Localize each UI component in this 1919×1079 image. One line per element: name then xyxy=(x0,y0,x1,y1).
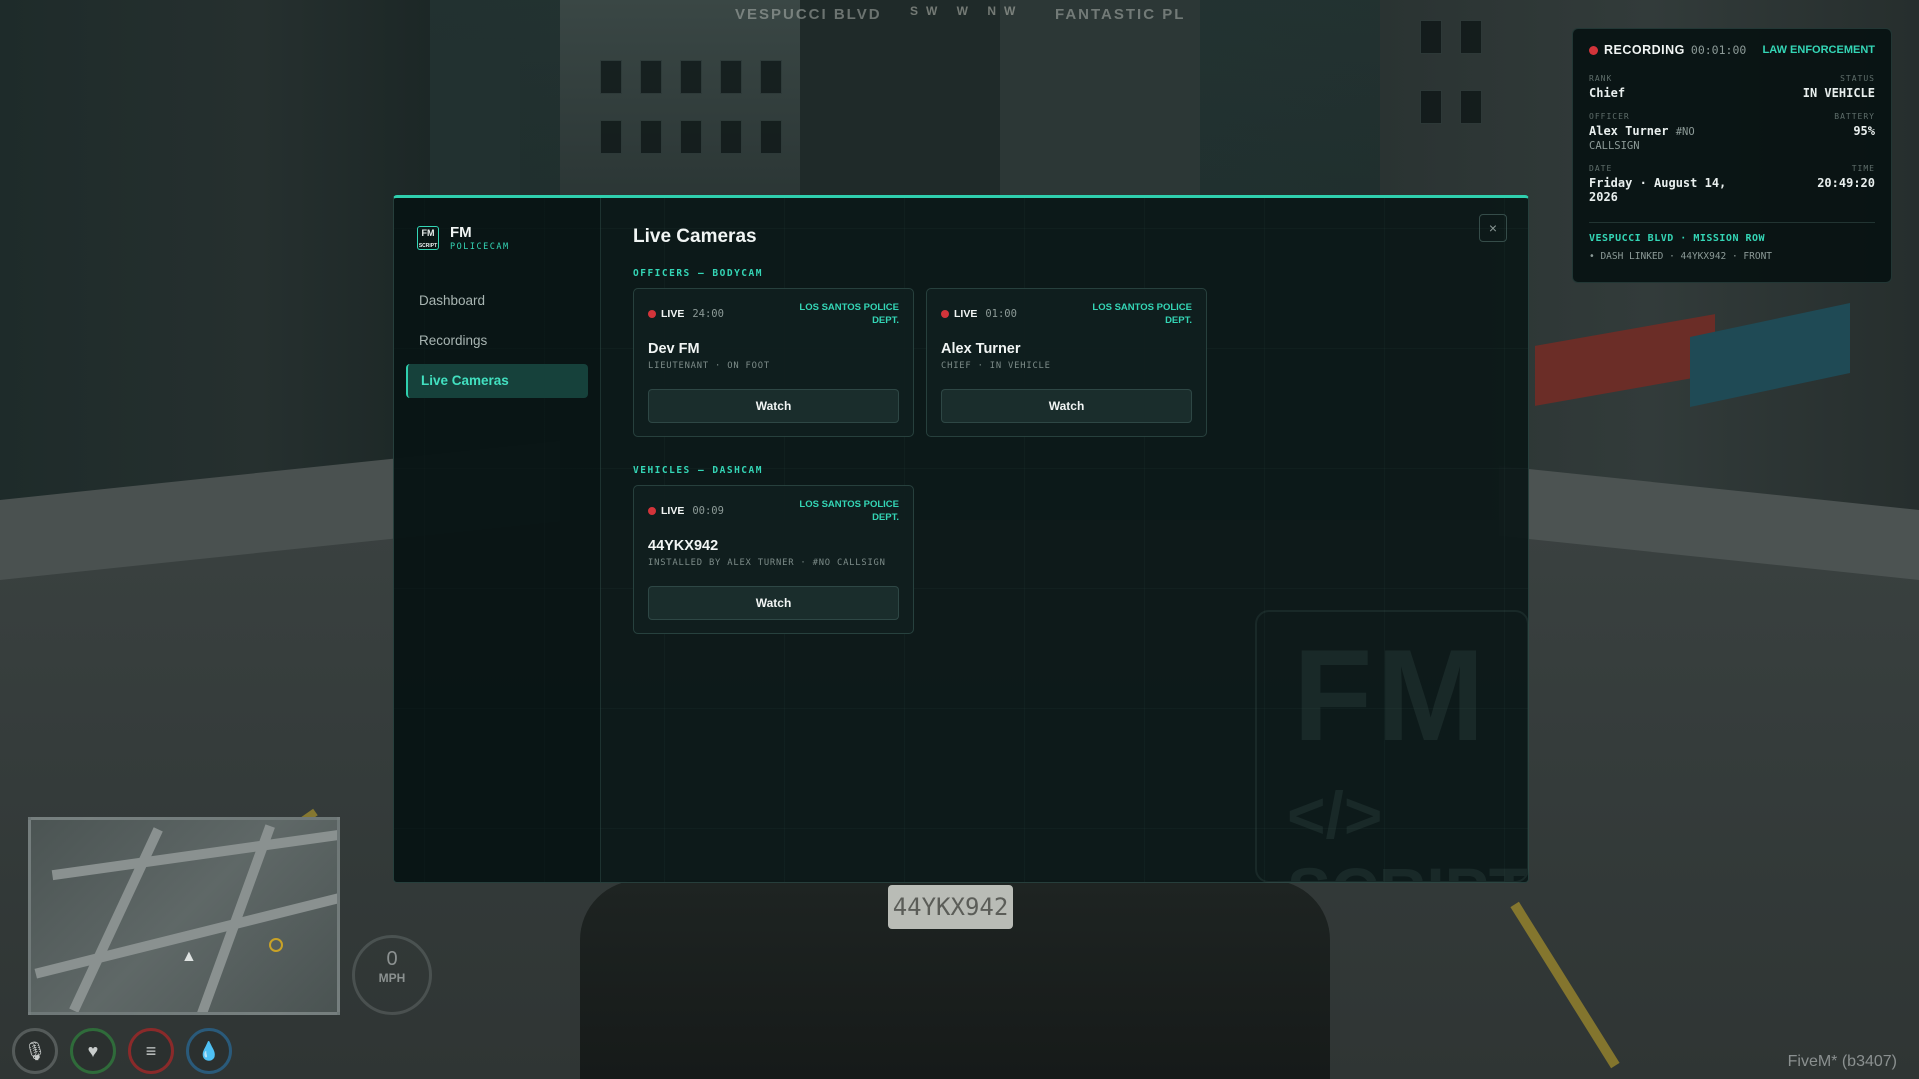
speed-unit: MPH xyxy=(378,971,406,985)
minimap: ▲ xyxy=(28,817,340,1015)
client-version: FiveM* (b3407) xyxy=(1787,1053,1897,1070)
window xyxy=(640,60,662,94)
watermark-script-text: SCRIPT xyxy=(1287,854,1527,881)
window xyxy=(1460,20,1482,54)
time-value: 20:49:20 xyxy=(1817,176,1875,190)
card-meta: CHIEF · IN VEHICLE xyxy=(941,361,1051,371)
brand: FM SCRIPT FM POLICECAM xyxy=(406,224,588,252)
compass: SW W NW xyxy=(910,4,1024,18)
location: VESPUCCI BLVD · MISSION ROW xyxy=(1589,233,1766,244)
camera-card: LIVE 00:09 LOS SANTOS POLICE DEPT. 44YKX… xyxy=(633,485,914,634)
status-key: STATUS xyxy=(1840,74,1875,83)
building-center xyxy=(560,0,800,200)
license-plate: 44YKX942 xyxy=(888,885,1013,929)
window xyxy=(600,120,622,154)
fm-script-watermark: FM </> SCRIPT xyxy=(1255,610,1529,883)
live-label: LIVE xyxy=(954,308,978,320)
watch-button[interactable]: Watch xyxy=(648,586,899,620)
card-name: Dev FM xyxy=(648,341,700,357)
window xyxy=(640,120,662,154)
watch-button[interactable]: Watch xyxy=(648,389,899,423)
battery-value: 95% xyxy=(1853,124,1875,138)
date-key: DATE xyxy=(1589,164,1613,173)
watch-button[interactable]: Watch xyxy=(941,389,1192,423)
watermark-fm: FM xyxy=(1293,622,1489,768)
officer-key: OFFICER xyxy=(1589,112,1630,121)
recording-timer: 00:01:00 xyxy=(1690,43,1747,57)
page-title: Live Cameras xyxy=(633,226,757,247)
sidebar: FM SCRIPT FM POLICECAM Dashboard Recordin… xyxy=(394,198,601,882)
window xyxy=(680,120,702,154)
sidebar-nav: Dashboard Recordings Live Cameras xyxy=(406,284,588,398)
recording-overlay: RECORDING 00:01:00 LAW ENFORCEMENT RANK … xyxy=(1572,28,1892,283)
rank-value: Chief xyxy=(1589,86,1626,100)
status-hud: 🎙 ♥ ≡ 💧 xyxy=(12,1028,232,1074)
map-road xyxy=(51,829,337,881)
live-label: LIVE xyxy=(661,308,685,320)
watermark-script: </> SCRIPT xyxy=(1287,777,1527,881)
live-dot-icon xyxy=(941,310,949,318)
status-value: IN VEHICLE xyxy=(1802,86,1875,100)
blip-icon xyxy=(269,938,283,952)
camera-card: LIVE 24:00 LOS SANTOS POLICE DEPT. Dev F… xyxy=(633,288,914,437)
time-key: TIME xyxy=(1851,164,1875,173)
brand-subtitle: POLICECAM xyxy=(450,242,510,252)
live-duration: 24:00 xyxy=(692,308,724,320)
window xyxy=(1460,90,1482,124)
card-meta: LIEUTENANT · ON FOOT xyxy=(648,361,770,371)
window xyxy=(720,120,742,154)
card-agency: LOS SANTOS POLICE DEPT. xyxy=(799,499,899,523)
map-road xyxy=(69,827,163,1012)
card-name: 44YKX942 xyxy=(648,538,719,554)
live-dot-icon xyxy=(648,507,656,515)
card-agency: LOS SANTOS POLICE DEPT. xyxy=(799,302,899,326)
live-duration: 00:09 xyxy=(692,505,724,517)
rank-key: RANK xyxy=(1589,74,1613,83)
live-label: LIVE xyxy=(661,505,685,517)
sidebar-item-recordings[interactable]: Recordings xyxy=(406,324,588,358)
microphone-icon: 🎙 xyxy=(12,1028,58,1074)
card-agency: LOS SANTOS POLICE DEPT. xyxy=(1092,302,1192,326)
street-name-right: FANTASTIC PL xyxy=(1055,6,1186,23)
brand-logo-icon: FM SCRIPT xyxy=(417,226,439,250)
date-value: Friday · August 14, 2026 xyxy=(1589,176,1727,204)
brand-name: FM xyxy=(450,224,472,241)
live-duration: 01:00 xyxy=(985,308,1017,320)
battery-key: BATTERY xyxy=(1834,112,1875,121)
window xyxy=(760,120,782,154)
building-center-dark xyxy=(800,0,1020,200)
officer-cards: LIVE 24:00 LOS SANTOS POLICE DEPT. Dev F… xyxy=(633,288,1496,437)
officers-section-label: OFFICERS — BODYCAM xyxy=(633,268,763,279)
speed-value: 0 xyxy=(386,948,398,970)
window xyxy=(720,60,742,94)
recording-dot-icon xyxy=(1589,45,1598,55)
window xyxy=(600,60,622,94)
window xyxy=(1420,20,1442,54)
window xyxy=(680,60,702,94)
health-heart-icon: ♥ xyxy=(70,1028,116,1074)
window xyxy=(1420,90,1442,124)
recording-label: RECORDING xyxy=(1604,43,1685,57)
dash-link-status: • DASH LINKED · 44YKX942 · FRONT xyxy=(1589,251,1773,262)
building-tower xyxy=(1000,0,1200,200)
thirst-drop-icon: 💧 xyxy=(186,1028,232,1074)
sidebar-item-dashboard[interactable]: Dashboard xyxy=(406,284,588,318)
street-name-left: VESPUCCI BLVD xyxy=(735,6,882,23)
live-dot-icon xyxy=(648,310,656,318)
vehicles-section-label: VEHICLES — DASHCAM xyxy=(633,465,763,476)
player-arrow-icon: ▲ xyxy=(181,948,197,965)
card-meta: INSTALLED BY ALEX TURNER · #NO CALLSIGN xyxy=(648,558,886,568)
card-name: Alex Turner xyxy=(941,341,1021,357)
recording-agency: LAW ENFORCEMENT xyxy=(1762,44,1875,56)
speedometer: 0 MPH xyxy=(352,935,432,1015)
armor-icon: ≡ xyxy=(128,1028,174,1074)
window xyxy=(760,60,782,94)
camera-card: LIVE 01:00 LOS SANTOS POLICE DEPT. Alex … xyxy=(926,288,1207,437)
officer-name: Alex Turner xyxy=(1589,124,1669,138)
sidebar-item-live-cameras[interactable]: Live Cameras xyxy=(406,364,588,398)
close-button[interactable]: × xyxy=(1479,214,1507,242)
